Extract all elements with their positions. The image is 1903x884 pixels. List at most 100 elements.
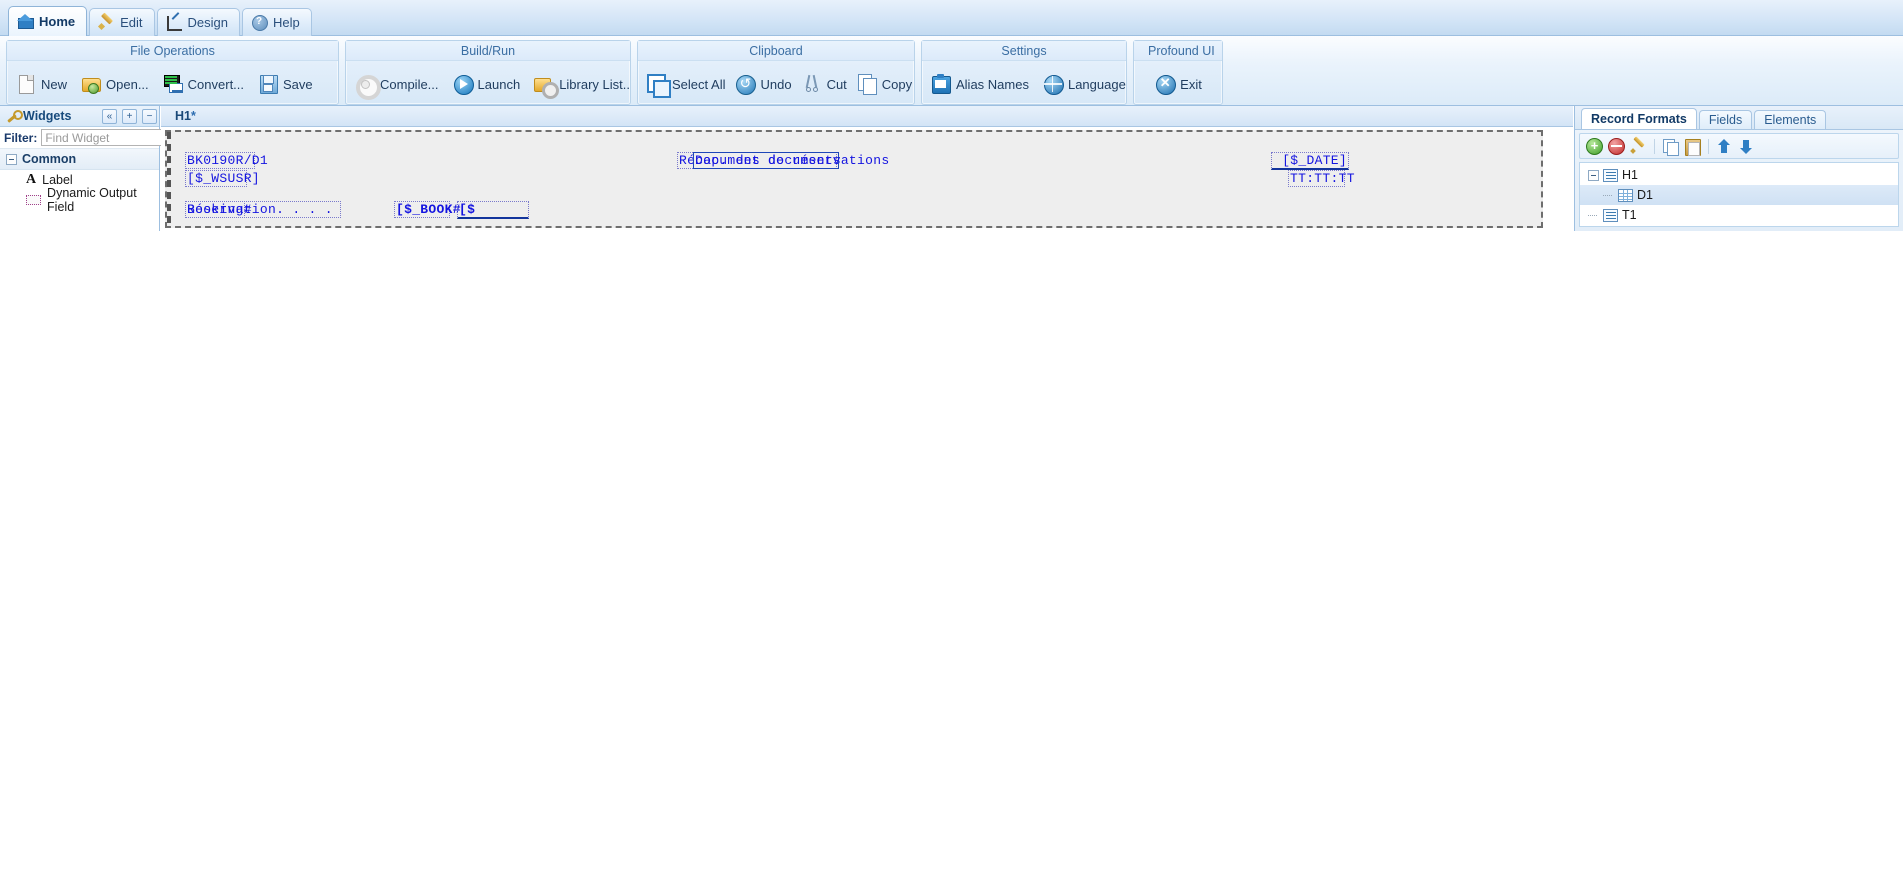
- copy-button-label: Copy: [881, 76, 913, 92]
- new-button[interactable]: New: [13, 72, 69, 96]
- design-icon: [166, 14, 183, 31]
- designer-tab-bar: H1*: [161, 106, 1573, 127]
- widget-item-label-text: Label: [42, 173, 73, 187]
- toolbar-divider: [1654, 138, 1655, 154]
- convert-button[interactable]: Convert...: [160, 72, 246, 96]
- tree-node-t1-label: T1: [1622, 208, 1637, 222]
- canvas-field-partial[interactable]: [$: [457, 201, 529, 219]
- ribbon-tab-help-label: Help: [273, 15, 300, 30]
- expand-all-button[interactable]: +: [122, 108, 137, 124]
- tab-elements[interactable]: Elements: [1754, 110, 1827, 129]
- open-button-label: Open...: [106, 76, 149, 92]
- canvas-field-program-name[interactable]: BK0190R/D1: [185, 152, 268, 169]
- select-all-button-label: Select All: [672, 76, 726, 92]
- cut-button[interactable]: Cut: [799, 72, 849, 96]
- language-button[interactable]: Language: [1040, 72, 1126, 96]
- widgets-panel-title: Widgets: [23, 109, 72, 123]
- open-folder-icon: [80, 73, 102, 95]
- canvas-field-wsusr[interactable]: [$_WSUSR]: [185, 170, 260, 187]
- canvas-field-reservation-label[interactable]: Réservation. . . .: [185, 201, 341, 218]
- design-canvas[interactable]: BK0190R/D1 [$_WSUSR] Récap. des document…: [165, 130, 1543, 228]
- exit-icon: [1154, 73, 1177, 95]
- ribbon-tab-edit-label: Edit: [120, 15, 143, 30]
- chevron-collapse-icon[interactable]: [1588, 169, 1599, 181]
- wrench-icon: [5, 109, 23, 123]
- launch-button[interactable]: Launch: [450, 72, 523, 96]
- ribbon-tab-edit[interactable]: Edit: [89, 8, 155, 36]
- designer-tab-h1-label: H1: [175, 109, 191, 123]
- save-button-label: Save: [283, 76, 313, 92]
- tab-elements-label: Elements: [1764, 113, 1817, 127]
- pencil-icon: [98, 14, 115, 31]
- filter-label: Filter:: [4, 130, 38, 145]
- canvas-scroll-container: BK0190R/D1 [$_WSUSR] Récap. des document…: [161, 127, 1573, 231]
- undo-button-label: Undo: [760, 76, 792, 92]
- tab-fields[interactable]: Fields: [1698, 110, 1753, 129]
- tab-record-formats-label: Record Formats: [1591, 112, 1687, 126]
- paste-icon[interactable]: [1684, 138, 1701, 156]
- language-button-label: Language: [1067, 76, 1126, 92]
- save-button[interactable]: Save: [255, 72, 315, 96]
- designer-tab-h1[interactable]: H1*: [169, 109, 202, 123]
- arrow-down-icon[interactable]: [1738, 138, 1755, 155]
- gear-icon: [354, 73, 381, 100]
- alias-names-button[interactable]: Alias Names: [928, 72, 1031, 96]
- copy-button[interactable]: Copy: [854, 72, 914, 96]
- new-button-label: New: [41, 76, 68, 92]
- record-format-icon: [1603, 208, 1618, 222]
- application-window: Home Edit Design Help File Operations Ne…: [0, 0, 1903, 884]
- exit-button[interactable]: Exit: [1152, 72, 1204, 96]
- ribbon-group-profound-ui-title: Profound UI: [1134, 41, 1222, 61]
- canvas-field-date[interactable]: [$_DATE]: [1271, 152, 1349, 170]
- ribbon-tab-home-label: Home: [39, 14, 76, 29]
- chevron-collapse-icon[interactable]: [6, 153, 17, 165]
- compile-button[interactable]: Compile...: [352, 72, 441, 100]
- exit-button-label: Exit: [1180, 76, 1202, 92]
- dynamic-output-field-icon: [26, 195, 42, 205]
- tab-record-formats[interactable]: Record Formats: [1581, 108, 1697, 129]
- undo-button[interactable]: Undo: [732, 72, 793, 96]
- record-formats-toolbar: [1579, 133, 1899, 159]
- select-all-button[interactable]: Select All: [644, 72, 727, 98]
- ribbon-tab-help[interactable]: Help: [242, 8, 312, 36]
- library-list-button-label: Library List...: [559, 76, 630, 92]
- collapse-panel-button[interactable]: «: [102, 108, 117, 124]
- collapse-all-button[interactable]: −: [142, 108, 157, 124]
- ribbon-group-build-run-title: Build/Run: [346, 41, 630, 61]
- widget-group-common-label: Common: [22, 152, 77, 166]
- copy-icon[interactable]: [1662, 138, 1679, 156]
- canvas-field-time[interactable]: TT:TT:TT: [1288, 170, 1355, 187]
- ribbon-group-clipboard-title: Clipboard: [638, 41, 914, 61]
- ribbon-tab-bar: Home Edit Design Help: [0, 0, 1903, 36]
- ribbon-tab-design[interactable]: Design: [156, 8, 240, 36]
- arrow-up-icon[interactable]: [1716, 138, 1733, 155]
- subfile-grid-icon: [1618, 188, 1633, 202]
- ribbon-tab-design-label: Design: [187, 15, 228, 30]
- add-icon[interactable]: [1586, 137, 1603, 155]
- select-all-icon: [646, 73, 671, 98]
- widget-item-dynamic-output-field[interactable]: Dynamic Output Field: [0, 186, 159, 214]
- canvas-left-gutter: [167, 132, 171, 226]
- delete-icon[interactable]: [1608, 137, 1625, 155]
- tree-node-t1[interactable]: T1: [1580, 205, 1898, 225]
- open-button[interactable]: Open...: [78, 72, 151, 96]
- canvas-field-document-reservations[interactable]: Document de réservations: [693, 152, 889, 169]
- canvas-field-book-number[interactable]: [$_BOOK#: [394, 201, 461, 218]
- library-list-button[interactable]: Library List...: [531, 72, 630, 99]
- toolbar-divider: [1708, 138, 1709, 154]
- ribbon-group-file-operations-title: File Operations: [7, 41, 338, 61]
- pencil-icon[interactable]: [1630, 138, 1647, 155]
- convert-button-label: Convert...: [187, 76, 245, 92]
- ribbon-group-build-run: Build/Run Compile... Launch Library List…: [345, 40, 631, 105]
- ribbon-group-settings-title: Settings: [922, 41, 1126, 61]
- tree-node-d1[interactable]: D1: [1580, 185, 1898, 205]
- ribbon-tab-home[interactable]: Home: [8, 6, 88, 36]
- widgets-panel-header: Widgets « + −: [0, 106, 159, 127]
- record-formats-tree[interactable]: H1 D1 T1: [1579, 162, 1899, 227]
- designer-area: H1* BK0190R/D1 [$_WSUSR] Récap. des docu…: [161, 106, 1573, 231]
- launch-button-label: Launch: [477, 76, 521, 92]
- modified-marker: *: [190, 109, 196, 123]
- tree-node-h1[interactable]: H1: [1580, 165, 1898, 185]
- record-format-icon: [1603, 168, 1618, 182]
- widget-group-common[interactable]: Common: [0, 149, 159, 170]
